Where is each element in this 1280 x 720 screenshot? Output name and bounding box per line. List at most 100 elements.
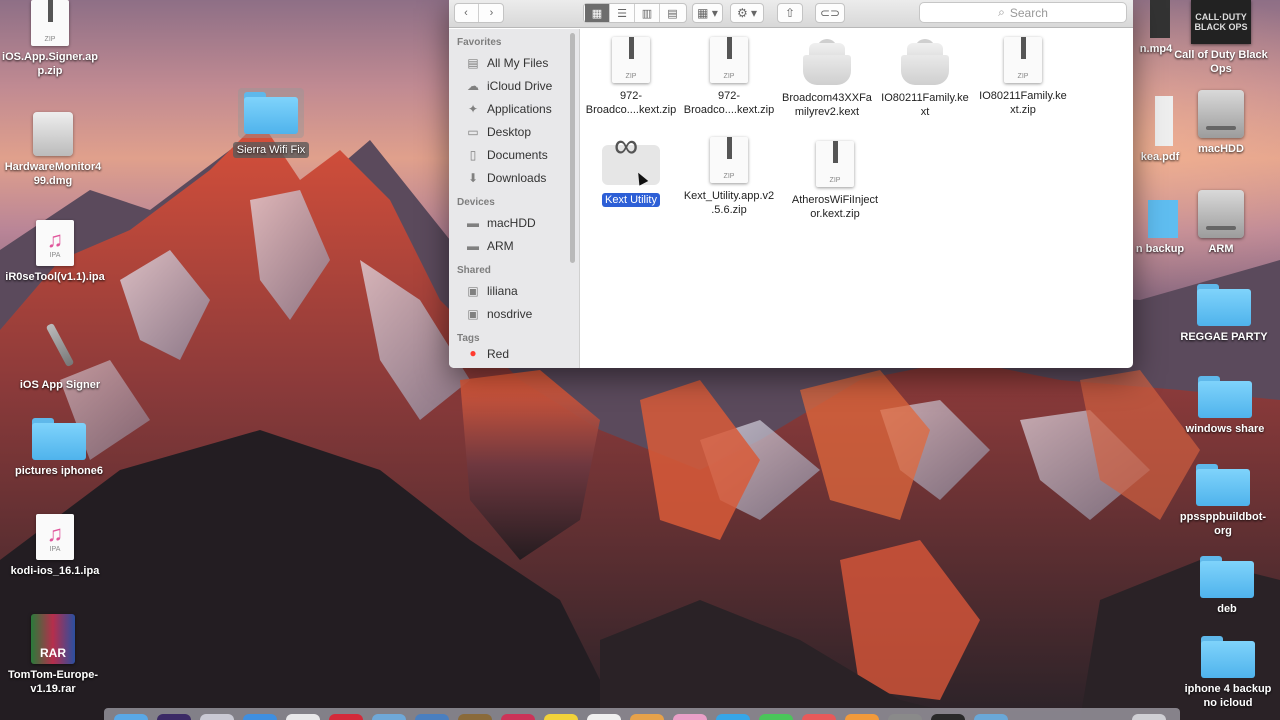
safari-dock-icon[interactable] [243,714,277,720]
photos-dock-icon[interactable] [630,714,664,720]
folder-icon [244,92,298,134]
sidebar-item-nosdrive[interactable]: ▣ nosdrive [449,302,579,325]
desktop-icon-kodi-ipa[interactable]: ♫ IPA kodi-ios_16.1.ipa [0,514,110,578]
forward-arrow-icon[interactable]: › [479,4,504,22]
desktop-icon-label: TomTom-Europe- v1.19.rar [7,669,99,695]
app-store-dock-icon[interactable] [716,714,750,720]
desktop-icon-call-of-duty[interactable]: CALL·DUTY BLACK OPS Call of Duty Black O… [1166,0,1276,76]
messages-dock-icon[interactable] [759,714,793,720]
xcode-dock-icon[interactable] [372,714,406,720]
sidebar-item-icloud-drive[interactable]: ☁ iCloud Drive [449,74,579,97]
opera-dock-icon[interactable] [329,714,363,720]
file-name: Kext_Utility.app.v2 .5.6.zip [683,190,775,216]
file-item-selected[interactable]: ∞ Kext Utility [581,129,681,207]
rar-archive-icon: RAR [31,614,75,664]
itunes-dock-icon[interactable] [673,714,707,720]
stickies-dock-icon[interactable] [544,714,578,720]
zip-file-icon: ZIP [31,0,69,46]
file-item[interactable]: ZIP AtherosWiFiInject or.kext.zip [785,141,885,221]
desktop-icon-label: kodi-ios_16.1.ipa [10,565,100,577]
file-item[interactable]: Broadcom43XXFa milyrev2.kext [777,39,877,119]
tags-button[interactable]: ⊂⊃ [815,3,845,23]
desktop-icon-pictures-iphone6[interactable]: pictures iphone6 [4,418,114,478]
desktop-icon-ir0setool-ipa[interactable]: ♫ IPA iR0seTool(v1.1).ipa [0,220,110,284]
downloads-stack-dock-icon[interactable] [974,714,1008,720]
file-item[interactable]: ZIP 972- Broadco....kext.zip [679,37,779,117]
list-view-icon[interactable]: ☰ [610,4,635,22]
mail-dock-icon[interactable] [286,714,320,720]
file-item[interactable]: ZIP IO80211Family.ke xt.zip [973,37,1073,117]
column-view-icon[interactable]: ▥ [635,4,660,22]
launchpad-dock-icon[interactable] [200,714,234,720]
back-arrow-icon[interactable]: ‹ [454,4,479,22]
sidebar-section-tags: Tags [457,333,480,344]
sidebar-section-shared: Shared [457,265,491,276]
zip-file-icon: ZIP [816,141,854,187]
desktop-icon-ios-app-signer-app[interactable]: iOS App Signer [5,322,115,392]
sidebar-scrollbar[interactable] [570,33,575,263]
desktop-icon-label: iR0seTool(v1.1).ipa [5,271,105,283]
photo-booth-dock-icon[interactable] [501,714,535,720]
desktop-icon-label: macHDD [1198,143,1244,155]
desktop-icon-ppsspp[interactable]: ppssppbuildbot- org [1168,464,1278,538]
sidebar-item-downloads[interactable]: ⬇ Downloads [449,166,579,189]
file-item[interactable]: ZIP 972- Broadco....kext.zip [581,37,681,117]
desktop-icon-reggae-party[interactable]: REGGAE PARTY [1169,284,1279,344]
finder-dock-icon[interactable] [114,714,148,720]
sidebar-item-label: macHDD [487,215,536,230]
search-field[interactable]: ⌕ Search [919,2,1127,23]
sidebar-item-arm[interactable]: ▬ ARM [449,234,579,257]
folder-icon [1201,636,1255,678]
desktop-icon-ios-app-signer-zip[interactable]: ZIP iOS.App.Signer.ap p.zip [0,0,105,78]
preview-dock-icon[interactable] [415,714,449,720]
books-dock-icon[interactable] [845,714,879,720]
folder-icon [1197,284,1251,326]
icon-view-icon[interactable]: ▦ [585,4,610,22]
disk-icon: ▬ [467,238,479,253]
file-item[interactable]: ZIP Kext_Utility.app.v2 .5.6.zip [679,137,779,217]
sidebar-item-all-my-files[interactable]: ▤ All My Files [449,51,579,74]
desktop-icon-sierra-wifi-fix[interactable]: Sierra Wifi Fix [216,88,326,158]
trash-dock-icon[interactable] [1132,714,1166,720]
action-button[interactable]: ⚙ ▾ [730,3,764,23]
sidebar-item-machdd[interactable]: ▬ macHDD [449,211,579,234]
sidebar-item-applications[interactable]: ✦ Applications [449,97,579,120]
maps-dock-icon[interactable] [802,714,836,720]
desktop-icon-label: REGGAE PARTY [1180,331,1268,343]
file-name: IO80211Family.ke xt [881,92,969,118]
view-mode-segment[interactable]: ▦ ☰ ▥ ▤ [583,3,687,23]
desktop-icon-windows-share[interactable]: windows share [1170,376,1280,436]
folder-icon [1148,200,1178,238]
desktop-icon-hardware-monitor-dmg[interactable]: HardwareMonitor4 99.dmg [0,112,108,188]
calendar-dock-icon[interactable] [587,714,621,720]
siri-dock-icon[interactable] [157,714,191,720]
zip-file-icon: ZIP [1004,37,1042,83]
arrange-button[interactable]: ▦ ▾ [692,3,723,23]
file-name: Kext Utility [602,193,660,207]
desktop-icon-label: pictures iphone6 [14,465,104,477]
sidebar-item-tag-red[interactable]: ● Red [449,347,579,361]
desktop-icon-tomtom-rar[interactable]: RAR TomTom-Europe- v1.19.rar [0,614,108,696]
disk-icon: ▬ [467,215,479,230]
sidebar-section-devices: Devices [457,197,495,208]
sidebar-item-desktop[interactable]: ▭ Desktop [449,120,579,143]
desktop-icon-iphone4-backup[interactable]: iphone 4 backup no icloud [1173,636,1280,710]
system-prefs-dock-icon[interactable] [888,714,922,720]
sidebar-item-liliana[interactable]: ▣ liliana [449,279,579,302]
desktop-icon-label: ARM [1208,243,1234,255]
sidebar-section-favorites: Favorites [457,37,502,48]
sidebar-item-label: Desktop [487,124,532,139]
desktop-icon-deb[interactable]: deb [1172,556,1280,616]
share-button[interactable]: ⇧ [777,3,803,23]
file-name: Broadcom43XXFa milyrev2.kext [782,92,872,118]
computer-icon: ▣ [467,283,479,298]
desktop-icon-label: Sierra Wifi Fix [232,142,310,158]
notes-dock-icon[interactable] [458,714,492,720]
file-item[interactable]: IO80211Family.ke xt [875,39,975,119]
sidebar-item-documents[interactable]: ▯ Documents [449,143,579,166]
terminal-dock-icon[interactable] [931,714,965,720]
sidebar-item-label: Documents [487,147,548,162]
sidebar-item-label: iCloud Drive [487,78,553,93]
cover-flow-icon[interactable]: ▤ [660,4,685,22]
back-forward-buttons[interactable]: ‹ › [454,3,504,23]
